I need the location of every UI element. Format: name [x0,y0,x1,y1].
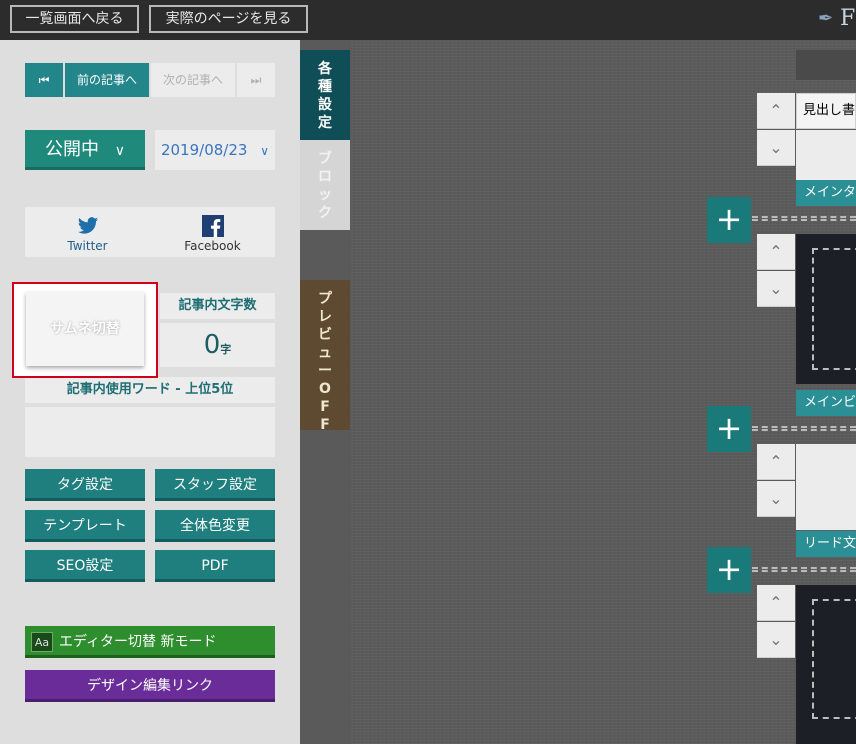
staff-settings-button[interactable]: スタッフ設定 [155,469,275,501]
chevron-down-icon: ⌄ [769,279,783,298]
chevron-up-icon: ⌃ [769,101,783,120]
image-dropzone[interactable] [812,599,856,719]
view-page-button[interactable]: 実際のページを見る [149,5,308,33]
chevron-down-icon: ⌄ [769,630,783,649]
back-to-list-button[interactable]: 一覧画面へ戻る [10,5,139,33]
thumbnail-toggle-button[interactable]: サムネ切替 [26,292,144,366]
tab-preview-char: ー [318,363,332,379]
plus-icon: + [715,200,743,238]
move-down-button[interactable]: ⌄ [757,130,795,166]
chevron-down-icon: ⌄ [769,138,783,157]
editor-toggle-button[interactable]: Aa エディター切替 新モード [25,626,275,658]
tab-settings-char: 種 [318,79,332,95]
facebook-icon [201,215,224,237]
tab-settings-char: 定 [318,115,332,131]
tab-block-char: ッ [318,187,332,203]
publish-date: 2019/08/23 [160,141,248,159]
thumbnail-highlight-frame: サムネ切替 [12,282,158,378]
tab-preview-char: ビ [318,327,332,343]
main-visual-block [796,234,856,384]
tab-preview-char: プ [318,291,332,307]
seo-settings-button[interactable]: SEO設定 [25,550,145,582]
insert-divider [752,216,856,221]
tag-settings-button[interactable]: タグ設定 [25,469,145,501]
add-block-button[interactable]: + [707,547,751,593]
tab-block[interactable]: ブ ロ ッ ク [300,140,350,230]
move-down-button[interactable]: ⌄ [757,622,795,658]
tab-preview-char: レ [318,309,332,325]
image-block [796,585,856,744]
move-down-button[interactable]: ⌄ [757,271,795,307]
block-label-main-visual: メインビ [796,390,856,416]
tab-block-char: ク [318,205,332,221]
tab-preview-char: F [320,417,330,433]
skip-first-icon: ⏮ [38,73,50,87]
move-up-button[interactable]: ⌃ [757,93,795,129]
publish-status-label: 公開中 [45,139,99,160]
tab-settings[interactable]: 各 種 設 定 [300,50,350,140]
twitter-share-button[interactable]: Twitter [25,207,150,253]
add-block-button[interactable]: + [707,406,751,452]
prev-article-button[interactable]: 前の記事へ [65,63,149,97]
add-block-button[interactable]: + [707,197,751,243]
chevron-up-icon: ⌃ [769,452,783,471]
logo: ✒ F [818,6,856,34]
image-dropzone[interactable] [812,248,856,370]
tab-block-char: ブ [318,151,332,167]
tab-preview-char: ュ [318,345,332,361]
share-box: Twitter Facebook [25,207,275,257]
pdf-button[interactable]: PDF [155,550,275,582]
move-up-button[interactable]: ⌃ [757,585,795,621]
block-label-lead: リード文 [796,531,856,557]
char-count-label: 記事内文字数 [160,293,275,319]
chevron-down-icon: ⌄ [769,489,783,508]
insert-divider [752,567,856,572]
tab-settings-char: 設 [318,97,332,113]
left-panel: ⏮ 前の記事へ 次の記事へ ⏭ 公開中 ∨ 2019/08/23 ∨ Twitt… [0,40,300,744]
template-button[interactable]: テンプレート [25,510,145,542]
insert-divider [752,426,856,431]
facebook-label: Facebook [184,239,241,253]
publish-status-dropdown[interactable]: 公開中 ∨ [25,130,145,170]
design-edit-link-button[interactable]: デザイン編集リンク [25,670,275,702]
char-count-box: 0字 [160,323,275,367]
top-words-label: 記事内使用ワード - 上位5位 [25,377,275,403]
chevron-up-icon: ⌃ [769,593,783,612]
quill-icon: ✒ [818,8,834,29]
color-change-button[interactable]: 全体色変更 [155,510,275,542]
chevron-down-icon: ∨ [260,144,270,158]
move-down-button[interactable]: ⌄ [757,481,795,517]
move-up-button[interactable]: ⌃ [757,444,795,480]
twitter-icon [77,217,98,234]
char-count-value: 0 [203,330,221,360]
top-placeholder [796,50,856,80]
char-unit: 字 [220,343,232,356]
facebook-share-button[interactable]: Facebook [150,207,275,253]
tab-settings-char: 各 [318,61,332,77]
logo-letter: F [840,6,856,31]
tab-preview-off[interactable]: プ レ ビ ュ ー O F F [300,280,350,433]
block-label-main-title: メインタ [796,180,856,206]
heading-body [796,130,856,180]
tab-preview-char: O [319,381,331,397]
next-article-button[interactable]: 次の記事へ [151,63,235,97]
heading-input[interactable]: 見出し書 [796,93,856,129]
plus-icon: + [715,409,743,447]
chevron-up-icon: ⌃ [769,242,783,261]
plus-icon: + [715,550,743,588]
twitter-label: Twitter [67,239,108,253]
last-article-button[interactable]: ⏭ [237,63,275,97]
editor-mode-icon: Aa [31,632,53,652]
top-bar: 一覧画面へ戻る 実際のページを見る ✒ F [0,0,856,40]
first-article-button[interactable]: ⏮ [25,63,63,97]
tab-block-char: ロ [318,169,332,185]
editor-toggle-label: エディター切替 新モード [59,634,217,650]
chevron-down-icon: ∨ [114,143,125,159]
tab-preview-char: F [320,399,330,415]
skip-last-icon: ⏭ [250,73,262,87]
publish-date-picker[interactable]: 2019/08/23 ∨ [155,130,275,170]
move-up-button[interactable]: ⌃ [757,234,795,270]
top-words-box [25,407,275,457]
lead-text-body[interactable] [796,444,856,530]
